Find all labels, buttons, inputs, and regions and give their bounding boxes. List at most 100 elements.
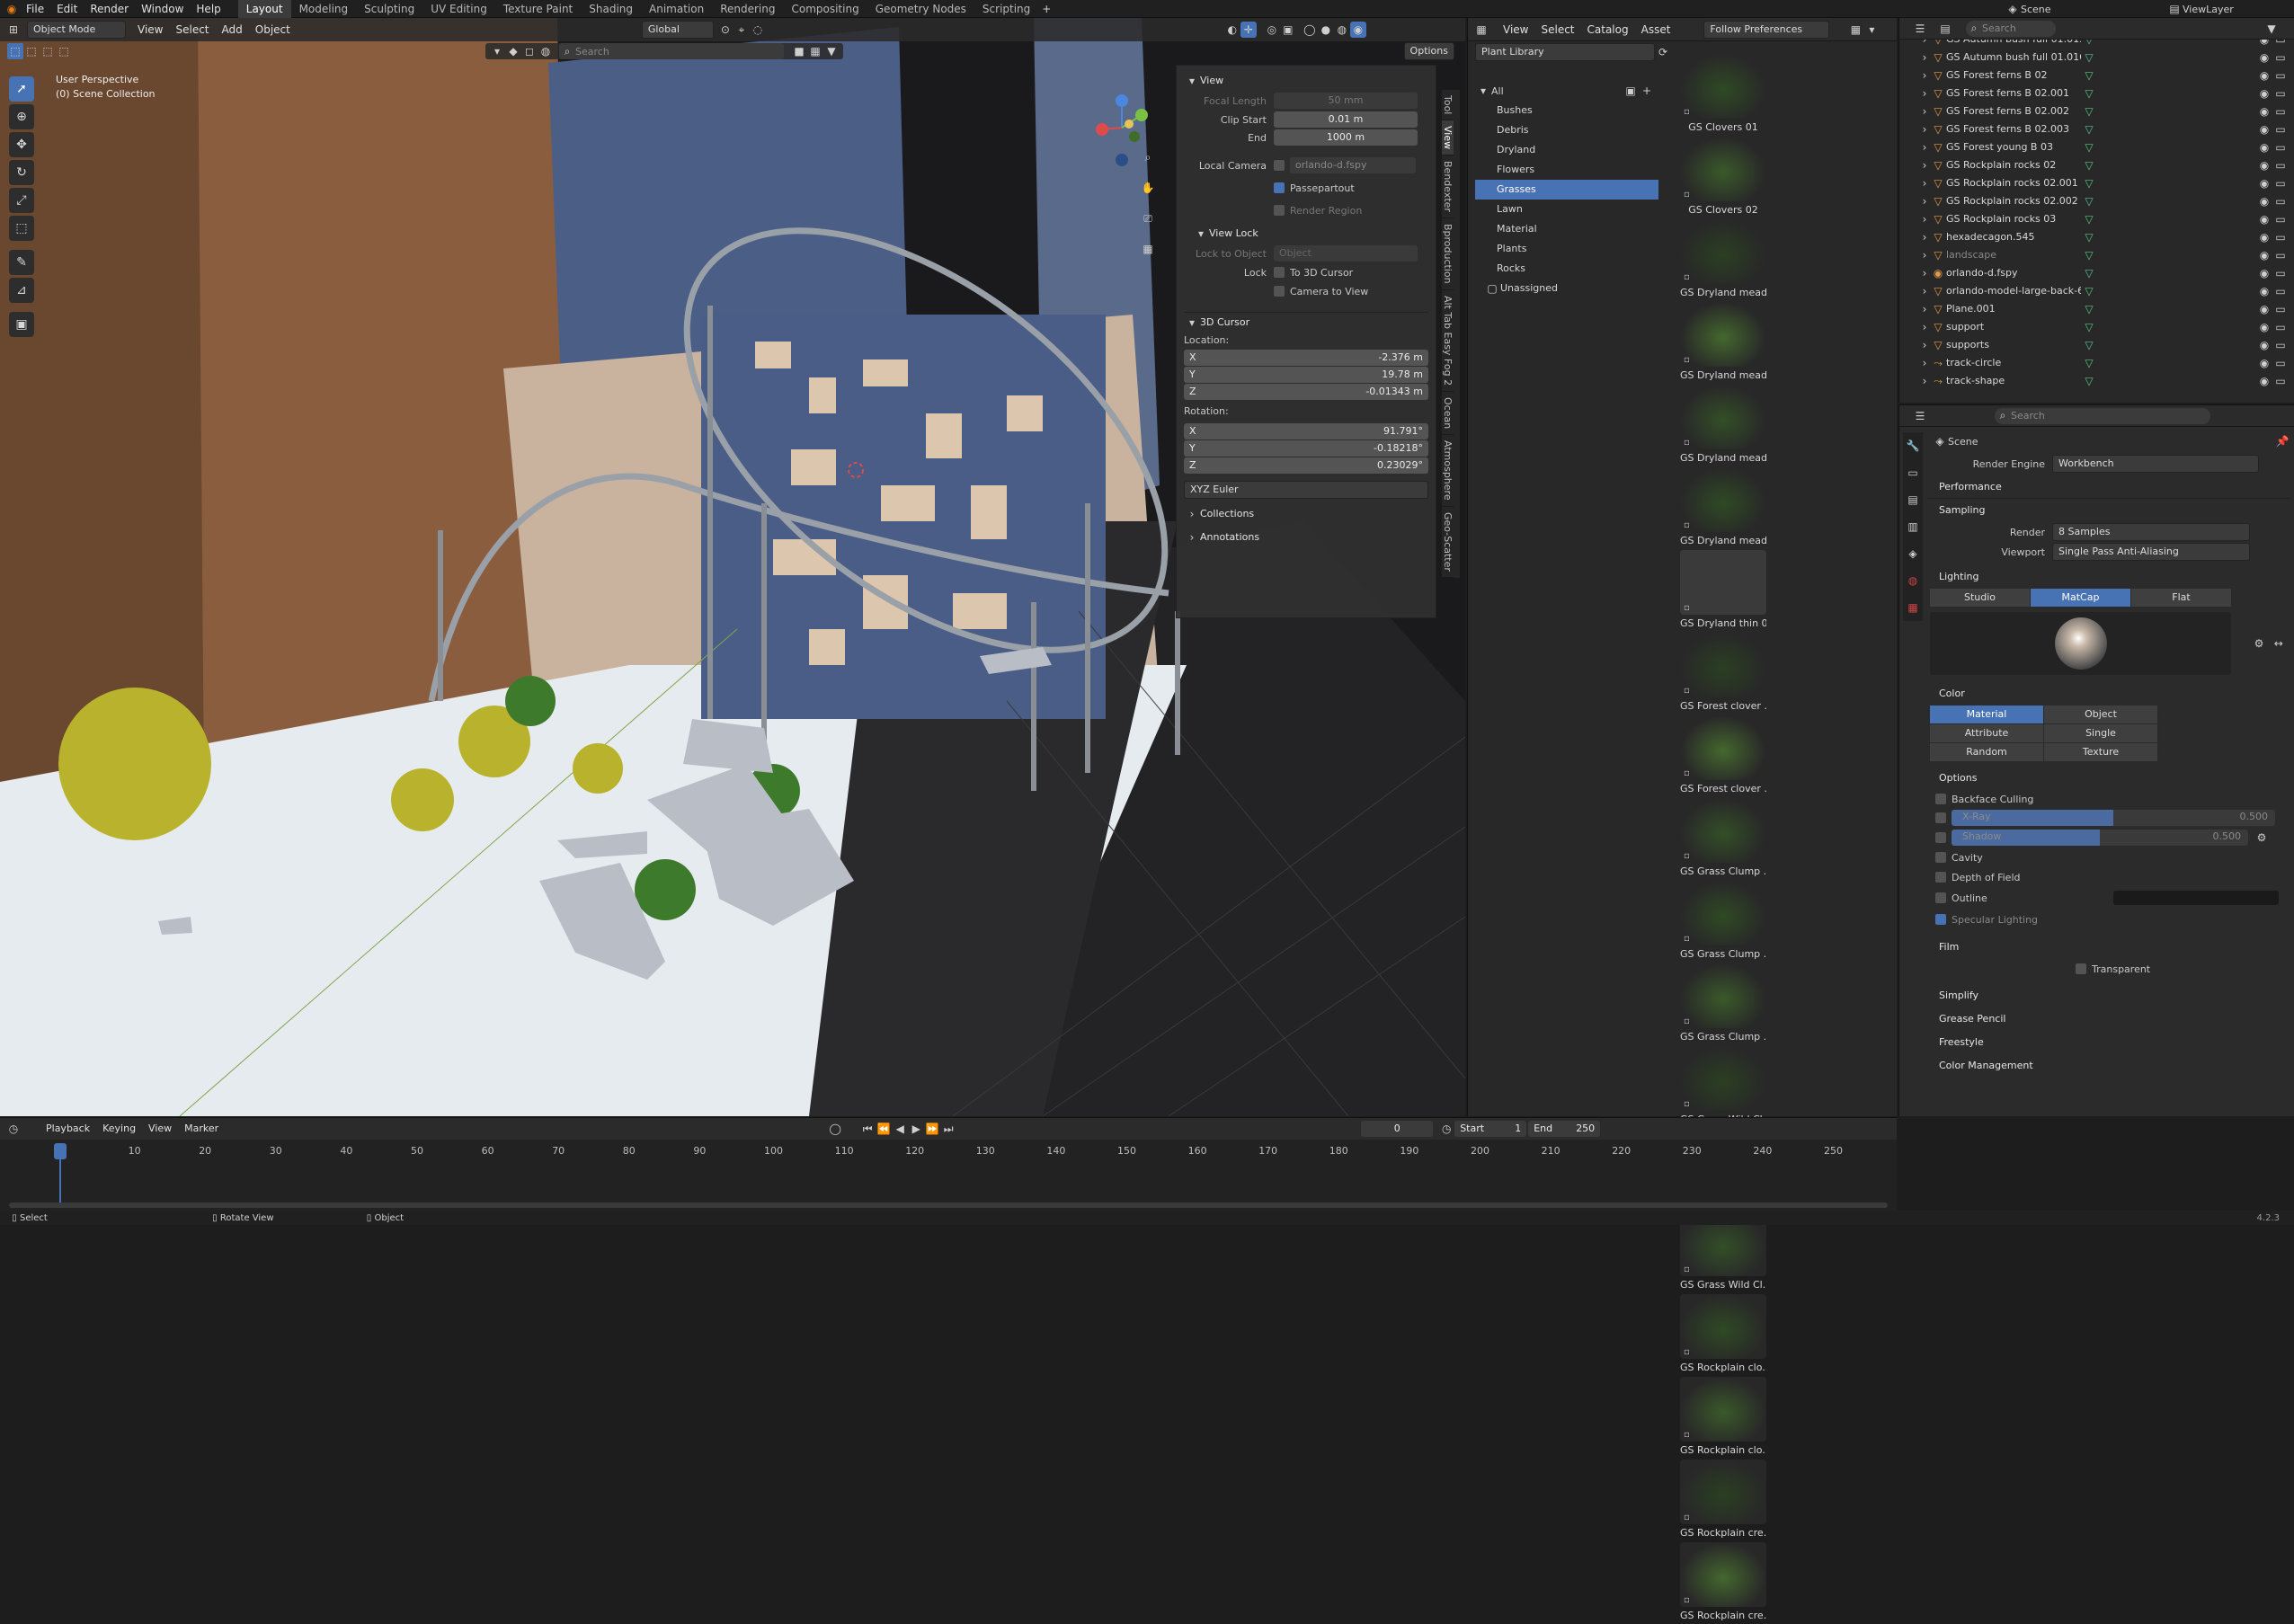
- editor-type-icon[interactable]: ⊞: [5, 22, 22, 38]
- lighting-studio[interactable]: Studio: [1930, 589, 2031, 607]
- outliner-row[interactable]: › ▽ GS Rockplain rocks 03 ▽ ◉ ▭: [1919, 210, 2294, 228]
- expand-arrow-icon[interactable]: ›: [1919, 175, 1930, 191]
- snap-icon[interactable]: ⌖: [734, 22, 750, 38]
- play-icon[interactable]: ▶: [908, 1121, 924, 1137]
- menu-help[interactable]: Help: [190, 0, 227, 18]
- render-camera-icon[interactable]: ▭: [2272, 301, 2289, 317]
- outliner-row[interactable]: › ⤳ track-shape ▽ ◉ ▭: [1919, 372, 2294, 390]
- expand-arrow-icon[interactable]: ›: [1919, 283, 1930, 299]
- expand-arrow-icon[interactable]: ›: [1919, 301, 1930, 317]
- ortho-grid-icon[interactable]: ▦: [1140, 241, 1156, 257]
- tab-compositing[interactable]: Compositing: [783, 0, 867, 18]
- asset-menu-view[interactable]: View: [1497, 21, 1534, 39]
- texture-tab-icon[interactable]: ▦: [1905, 599, 1921, 616]
- render-camera-icon[interactable]: ▭: [2272, 211, 2289, 227]
- passepartout-checkbox[interactable]: [1274, 182, 1285, 193]
- cavity-checkbox[interactable]: [1935, 852, 1946, 863]
- render-camera-icon[interactable]: ▭: [2272, 103, 2289, 120]
- render-camera-icon[interactable]: ▭: [2272, 49, 2289, 66]
- tab-shading[interactable]: Shading: [581, 0, 641, 18]
- catalog-grasses[interactable]: Grasses: [1475, 180, 1658, 200]
- transform-tool-icon[interactable]: ⬚: [9, 216, 34, 241]
- camera-view-icon[interactable]: ⎚: [1140, 210, 1156, 226]
- render-samples-dropdown[interactable]: 8 Samples: [2052, 523, 2250, 541]
- outliner-row[interactable]: › ▽ GS Forest young B 03 ▽ ◉ ▭: [1919, 138, 2294, 156]
- lock-object-field[interactable]: Object: [1274, 245, 1418, 262]
- stop-icon[interactable]: ■: [791, 43, 807, 59]
- tab-texture-paint[interactable]: Texture Paint: [495, 0, 581, 18]
- tab-uv-editing[interactable]: UV Editing: [422, 0, 495, 18]
- visibility-eye-icon[interactable]: ◉: [2256, 229, 2272, 245]
- asset-item[interactable]: ▫ GS Rockplain cre...: [1680, 1460, 1766, 1541]
- color-panel[interactable]: Color: [1926, 682, 2290, 706]
- render-camera-icon[interactable]: ▭: [2272, 319, 2289, 335]
- timeline-ruler[interactable]: 0102030405060708090100110120130140150160…: [0, 1145, 1897, 1161]
- outliner-row[interactable]: › ▽ GS Rockplain rocks 02.002 ▽ ◉ ▭: [1919, 192, 2294, 210]
- measure-tool-icon[interactable]: ⊿: [9, 278, 34, 303]
- end-frame-field[interactable]: End 250: [1528, 1121, 1601, 1137]
- sidebar-tab-bendexter[interactable]: Bendexter: [1442, 155, 1454, 219]
- outliner-row[interactable]: › ▽ orlando-model-large-back-6 ▽ ◉ ▭: [1919, 282, 2294, 300]
- asset-item[interactable]: ▫ GS Grass Clump ...: [1680, 963, 1766, 1045]
- outliner-row[interactable]: › ▽ GS Rockplain rocks 02 ▽ ◉ ▭: [1919, 156, 2294, 174]
- world-tab-icon[interactable]: ◍: [1905, 572, 1921, 589]
- asset-item[interactable]: ▫ GS Clovers 02: [1680, 137, 1766, 218]
- matcap-settings-icon[interactable]: ⚙: [2251, 635, 2267, 652]
- menu-file[interactable]: File: [20, 0, 50, 18]
- visibility-eye-icon[interactable]: ◉: [2256, 373, 2272, 389]
- backface-culling-checkbox[interactable]: [1935, 794, 1946, 804]
- visibility-eye-icon[interactable]: ◉: [2256, 40, 2272, 48]
- timeline-menu-playback[interactable]: Playback: [40, 1120, 96, 1138]
- expand-arrow-icon[interactable]: ›: [1919, 49, 1930, 66]
- expand-arrow-icon[interactable]: ›: [1919, 211, 1930, 227]
- rotation-x-field[interactable]: X 91.791°: [1184, 423, 1428, 439]
- expand-arrow-icon[interactable]: ›: [1919, 319, 1930, 335]
- asset-item[interactable]: ▫GS Grass Wild Cl...: [1680, 1046, 1766, 1128]
- outliner-row[interactable]: › ◉ orlando-d.fspy ▽ ◉ ▭: [1919, 264, 2294, 282]
- visibility-eye-icon[interactable]: ◉: [2256, 193, 2272, 209]
- visibility-eye-icon[interactable]: ◉: [2256, 265, 2272, 281]
- asset-item[interactable]: ▫ GS Forest clover ...: [1680, 715, 1766, 797]
- simplify-panel[interactable]: Simplify: [1926, 984, 2290, 1007]
- transform-orientation-dropdown[interactable]: Global: [641, 21, 714, 39]
- specular-lighting-checkbox[interactable]: [1935, 914, 1946, 925]
- local-camera-checkbox[interactable]: [1274, 160, 1285, 171]
- outliner-row[interactable]: › ▽ GS Forest ferns B 02.003 ▽ ◉ ▭: [1919, 120, 2294, 138]
- sidebar-tab-alt-tab-easy-fog-2[interactable]: Alt Tab Easy Fog 2: [1442, 290, 1454, 393]
- jump-end-icon[interactable]: ⏭: [940, 1121, 956, 1137]
- render-camera-icon[interactable]: ▭: [2272, 229, 2289, 245]
- expand-arrow-icon[interactable]: ›: [1919, 67, 1930, 84]
- light-filter-icon[interactable]: ◍: [538, 43, 554, 59]
- sidebar-tab-bproduction[interactable]: Bproduction: [1442, 218, 1454, 291]
- performance-panel[interactable]: Performance: [1926, 475, 2290, 499]
- viewport-menu-select[interactable]: Select: [169, 21, 215, 39]
- visibility-eye-icon[interactable]: ◉: [2256, 211, 2272, 227]
- view-layer-tab-icon[interactable]: ▥: [1905, 519, 1921, 535]
- timeline-menu-view[interactable]: View: [142, 1120, 178, 1138]
- outline-color-swatch[interactable]: [2113, 891, 2279, 905]
- sidebar-tab-geo-scatter[interactable]: Geo-Scatter: [1442, 507, 1454, 578]
- record-icon[interactable]: ◯: [827, 1121, 843, 1137]
- outliner-row[interactable]: › ▽ GS Forest ferns B 02 ▽ ◉ ▭: [1919, 67, 2294, 84]
- next-key-icon[interactable]: ⏩: [924, 1121, 940, 1137]
- sidebar-tab-tool[interactable]: Tool: [1442, 90, 1454, 121]
- catalog-lawn[interactable]: Lawn: [1475, 200, 1658, 219]
- rotate-tool-icon[interactable]: ↻: [9, 160, 34, 185]
- refresh-icon[interactable]: ⟳: [1655, 44, 1671, 60]
- expand-arrow-icon[interactable]: ›: [1919, 121, 1930, 138]
- visibility-eye-icon[interactable]: ◉: [2256, 283, 2272, 299]
- expand-arrow-icon[interactable]: ›: [1919, 139, 1930, 155]
- catalog-all[interactable]: All: [1491, 85, 1504, 97]
- xray-slider[interactable]: X-Ray 0.500: [1952, 810, 2275, 826]
- asset-item[interactable]: ▫ GS Grass Clump ...: [1680, 881, 1766, 963]
- tab-animation[interactable]: Animation: [641, 0, 712, 18]
- expand-arrow-icon[interactable]: ›: [1919, 103, 1930, 120]
- film-panel[interactable]: Film: [1926, 936, 2290, 959]
- catalog-unassigned[interactable]: ▢ Unassigned: [1468, 279, 1666, 298]
- library-dropdown[interactable]: Plant Library: [1475, 43, 1655, 61]
- render-camera-icon[interactable]: ▭: [2272, 157, 2289, 173]
- xray-icon[interactable]: ▣: [1280, 22, 1296, 38]
- color-mode-object[interactable]: Object: [2044, 706, 2158, 723]
- visibility-eye-icon[interactable]: ◉: [2256, 139, 2272, 155]
- visibility-eye-icon[interactable]: ◉: [2256, 355, 2272, 371]
